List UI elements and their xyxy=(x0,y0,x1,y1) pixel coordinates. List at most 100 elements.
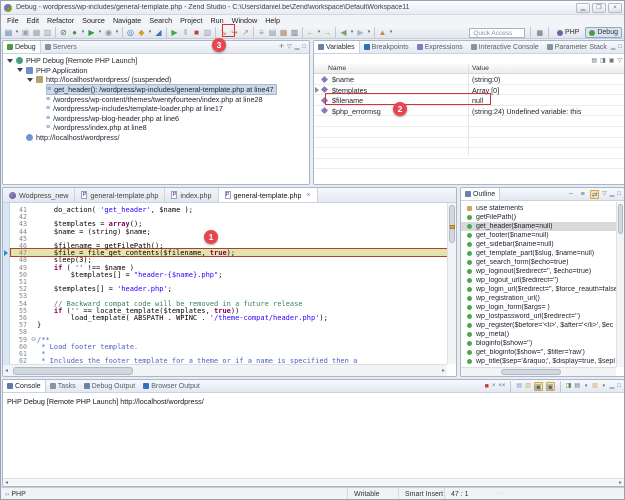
console-tab-tasks[interactable]: Tasks xyxy=(46,380,80,392)
remove-all-launches-icon[interactable]: ×× xyxy=(498,381,505,392)
debug-tree-item[interactable]: ≡get_header(): /wordpress/wp-includes/ge… xyxy=(3,85,309,95)
debug-tree-item[interactable]: ≡/wordpress/index.php at line8 xyxy=(3,123,309,133)
minimize-view-icon[interactable]: ▁ xyxy=(295,42,300,53)
debug-tab-servers[interactable]: Servers xyxy=(41,41,81,53)
code-line-44[interactable]: $name = (string) $name; xyxy=(37,228,151,236)
outline-item-get-header-name-n[interactable]: get_header($name=null) xyxy=(461,222,616,231)
expander-icon[interactable] xyxy=(7,59,13,63)
code-line-62[interactable]: * Includes the footer template for a the… xyxy=(37,357,357,364)
toolbar-resume-button[interactable]: ▶ xyxy=(169,27,180,38)
expander-icon[interactable] xyxy=(17,68,23,72)
toolbar-open-package-button[interactable]: ▦ xyxy=(278,27,289,38)
editor-horizontal-scrollbar[interactable]: ◂ ▸ xyxy=(3,364,447,376)
debug-tree-item[interactable]: PHP Debug [Remote PHP Launch] xyxy=(3,56,309,66)
toolbar-search-button[interactable]: ◆ xyxy=(136,27,147,38)
outline-item-wp-logout-url-red[interactable]: wp_logout_url($redirect='') xyxy=(461,276,616,285)
close-button[interactable]: × xyxy=(608,3,622,13)
outline-item-wp-login-url-redi[interactable]: wp_login_url($redirect='', $force_reauth… xyxy=(461,285,616,294)
variables-tab-expressions[interactable]: Expressions xyxy=(413,41,467,53)
maximize-view-icon[interactable]: □ xyxy=(618,42,622,53)
scroll-right-icon[interactable]: ▸ xyxy=(619,479,622,486)
perspective-php-button[interactable]: PHP xyxy=(554,27,582,38)
menu-project[interactable]: Project xyxy=(176,16,206,25)
outline-horizontal-scrollbar[interactable] xyxy=(461,367,616,376)
scroll-left-icon[interactable]: ◂ xyxy=(5,367,8,374)
console-tab-browser-output[interactable]: Browser Output xyxy=(139,380,204,392)
scrollbar-thumb[interactable] xyxy=(501,369,561,375)
scroll-lock-icon[interactable]: ▥ xyxy=(525,381,531,392)
debug-tree-item[interactable]: http://localhost/wordpress/ xyxy=(3,133,309,143)
console-tab-console[interactable]: Console xyxy=(3,380,46,392)
scrollbar-thumb[interactable] xyxy=(449,205,455,243)
close-tab-icon[interactable]: × xyxy=(306,192,310,199)
toolbar-next-edit-button[interactable]: → xyxy=(322,27,333,38)
outline-item-wp-login-form-arg[interactable]: wp_login_form($args= ) xyxy=(461,303,616,312)
open-console-icon[interactable]: ▧ xyxy=(592,381,598,392)
scroll-left-icon[interactable]: ◂ xyxy=(5,479,8,486)
toolbar-print-button[interactable]: ▥ xyxy=(42,27,53,38)
editor-vertical-scrollbar[interactable] xyxy=(447,203,456,364)
clear-console-icon[interactable]: ▤ xyxy=(516,381,522,392)
toolbar-annotation-nav-button[interactable]: ▲ xyxy=(377,27,388,38)
toolbar-annotation-nav-dropdown-icon[interactable]: ▾ xyxy=(388,29,394,35)
scrollbar-thumb[interactable] xyxy=(618,204,623,234)
menu-source[interactable]: Source xyxy=(78,16,109,25)
toolbar-debug-button[interactable]: ● xyxy=(69,27,80,38)
menu-help[interactable]: Help xyxy=(261,16,284,25)
toolbar-forward-history-button[interactable]: ▶ xyxy=(355,27,366,38)
console-tab-debug-output[interactable]: Debug Output xyxy=(80,380,140,392)
remove-launch-icon[interactable]: × xyxy=(492,381,496,392)
variables-tab-parameter-stack[interactable]: Parameter Stack xyxy=(543,41,611,53)
toolbar-skip-all-breakpoints-button[interactable]: ⊘ xyxy=(58,27,69,38)
toolbar-external-tools-button[interactable]: ◢ xyxy=(153,27,164,38)
outline-item-get-footer-name-n[interactable]: get_footer($name=null) xyxy=(461,231,616,240)
outline-item-wp-lostpassword-ur[interactable]: wp_lostpassword_url($redirect='') xyxy=(461,312,616,321)
restore-button[interactable]: ❐ xyxy=(592,3,606,13)
toolbar-suspend-button[interactable]: ‖ xyxy=(180,27,191,38)
link-with-editor-icon[interactable]: ⇄ xyxy=(590,190,599,199)
terminate-icon[interactable]: ■ xyxy=(485,381,489,392)
open-console-dropdown-icon[interactable]: ▾ xyxy=(601,383,607,389)
collapse-all-icon[interactable]: − xyxy=(566,190,575,199)
console-dropdown-icon[interactable]: ▾ xyxy=(583,383,589,389)
code-line-52[interactable]: $templates[] = 'header.php'; xyxy=(37,285,172,293)
menu-navigate[interactable]: Navigate xyxy=(109,16,145,25)
toolbar-profile-button[interactable]: ◉ xyxy=(103,27,114,38)
outline-item-get-bloginfo-show[interactable]: get_bloginfo($show='', $filter='raw') xyxy=(461,348,616,357)
console-horizontal-scrollbar[interactable]: ◂ ▸ xyxy=(3,478,624,486)
outline-item-get-search-form-e[interactable]: get_search_form($echo=true) xyxy=(461,258,616,267)
editor-tab-index-php[interactable]: Pindex.php xyxy=(165,188,218,202)
variables-tab-interactive-console[interactable]: Interactive Console xyxy=(467,41,543,53)
code-line-50[interactable]: $templates[] = "header-{$name}.php"; xyxy=(37,271,222,279)
toolbar-web-browser-button[interactable]: ◎ xyxy=(125,27,136,38)
column-name[interactable]: Name xyxy=(328,65,346,72)
code-line-56[interactable]: load_template( ABSPATH . WPINC . '/theme… xyxy=(37,314,328,322)
menu-search[interactable]: Search xyxy=(145,16,176,25)
column-value[interactable]: Value xyxy=(472,65,489,72)
toolbar-show-skipped-button[interactable]: ≡ xyxy=(256,27,267,38)
toolbar-save-button[interactable]: ▣ xyxy=(20,27,31,38)
toolbar-back-history-button[interactable]: ◀ xyxy=(338,27,349,38)
toolbar-run-button[interactable]: ▶ xyxy=(86,27,97,38)
outline-item-wp-registration-ur[interactable]: wp_registration_url() xyxy=(461,294,616,303)
overview-annotation-marker[interactable] xyxy=(450,225,455,229)
minimize-button[interactable]: ▁ xyxy=(576,3,590,13)
menu-edit[interactable]: Edit xyxy=(23,16,43,25)
maximize-view-icon[interactable]: □ xyxy=(617,189,621,200)
toolbar-forward-history-dropdown-icon[interactable]: ▾ xyxy=(366,29,372,35)
line-number[interactable]: 62 xyxy=(19,357,27,364)
tab-outline[interactable]: Outline xyxy=(461,188,500,200)
outline-item-getfilepath[interactable]: getFilePath() xyxy=(461,213,616,222)
show-stdout-icon[interactable]: ▣ xyxy=(546,382,555,391)
outline-item-wp-register-befor[interactable]: wp_register($before='<li>', $after='</li… xyxy=(461,321,616,330)
pin-console-icon[interactable]: ◨ xyxy=(566,381,572,392)
scroll-right-icon[interactable]: ▸ xyxy=(442,367,445,374)
display-selected-console-icon[interactable]: ▤ xyxy=(574,381,580,392)
debug-tree-item[interactable]: ≡/wordpress/wp-content/themes/twentyfour… xyxy=(3,94,309,104)
menu-refactor[interactable]: Refactor xyxy=(43,16,78,25)
maximize-view-icon[interactable]: □ xyxy=(617,381,621,392)
perspective-debug-button[interactable]: Debug xyxy=(585,27,622,38)
debug-tree-item[interactable]: ≡/wordpress/wp-blog-header.php at line6 xyxy=(3,114,309,124)
outline-item-use-statements[interactable]: use statements xyxy=(461,204,616,213)
maximize-view-icon[interactable]: □ xyxy=(302,42,306,53)
